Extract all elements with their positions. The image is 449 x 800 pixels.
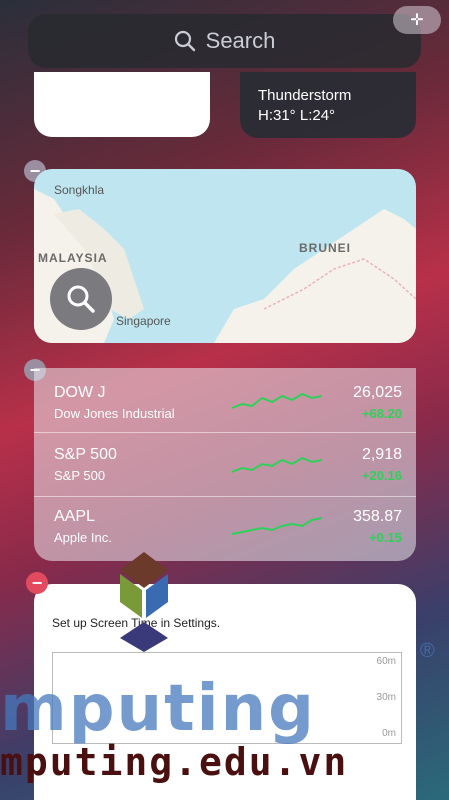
axis-label-60m: 60m: [376, 656, 396, 667]
remove-screen-time-widget-button[interactable]: −: [26, 572, 48, 594]
weather-temps: H:31° L:24°: [258, 107, 336, 124]
top-left-widget[interactable]: [34, 72, 210, 137]
row-divider: [34, 432, 416, 433]
map-label-malaysia: MALAYSIA: [38, 251, 108, 265]
search-icon: [174, 30, 195, 52]
stock-row-dow[interactable]: DOW J Dow Jones Industrial 26,025 +68.20: [54, 376, 402, 440]
sparkline-aapl: [232, 517, 322, 535]
stock-row-sp500[interactable]: S&P 500 S&P 500 2,918 +20.16: [54, 438, 402, 502]
search-label: Search: [205, 28, 276, 53]
map-label-singapore: Singapore: [116, 314, 171, 328]
stock-price: 2,918: [361, 446, 402, 463]
stock-name: Apple Inc.: [54, 530, 112, 545]
stock-change: +20.16: [361, 468, 402, 483]
stock-change: +68.20: [361, 406, 402, 421]
stock-name: S&P 500: [54, 468, 106, 483]
map-search-button[interactable]: [50, 268, 112, 330]
stock-symbol: DOW J: [54, 384, 106, 401]
weather-condition: Thunderstorm: [258, 87, 352, 104]
axis-label-0m: 0m: [382, 728, 396, 739]
map-label-brunei: BRUNEI: [299, 241, 352, 255]
watermark-logo: [120, 552, 168, 652]
row-divider: [34, 496, 416, 497]
stocks-widget[interactable]: DOW J Dow Jones Industrial 26,025 +68.20…: [34, 368, 416, 561]
stock-symbol: AAPL: [54, 508, 95, 525]
watermark-url: mputing.edu.vn: [0, 740, 349, 784]
minus-icon: −: [31, 572, 43, 593]
axis-label-30m: 30m: [376, 692, 396, 703]
map-label-songkhla: Songkhla: [54, 183, 105, 197]
crosshair-icon: ✛: [410, 12, 424, 29]
stock-name: Dow Jones Industrial: [54, 406, 175, 421]
magnifier-icon: [67, 285, 95, 313]
move-widgets-button[interactable]: ✛: [393, 6, 441, 34]
stock-price: 358.87: [353, 508, 402, 525]
watermark-registered: ®: [420, 640, 435, 662]
sparkline-sp500: [232, 456, 322, 473]
search-bar[interactable]: Search: [28, 14, 421, 68]
stock-change: +0.15: [369, 530, 402, 545]
watermark-text: mputing: [0, 672, 316, 746]
weather-widget[interactable]: Thunderstorm H:31° L:24°: [240, 72, 416, 138]
stock-price: 26,025: [353, 384, 402, 401]
sparkline-dow: [232, 392, 322, 409]
stock-symbol: S&P 500: [54, 446, 117, 463]
